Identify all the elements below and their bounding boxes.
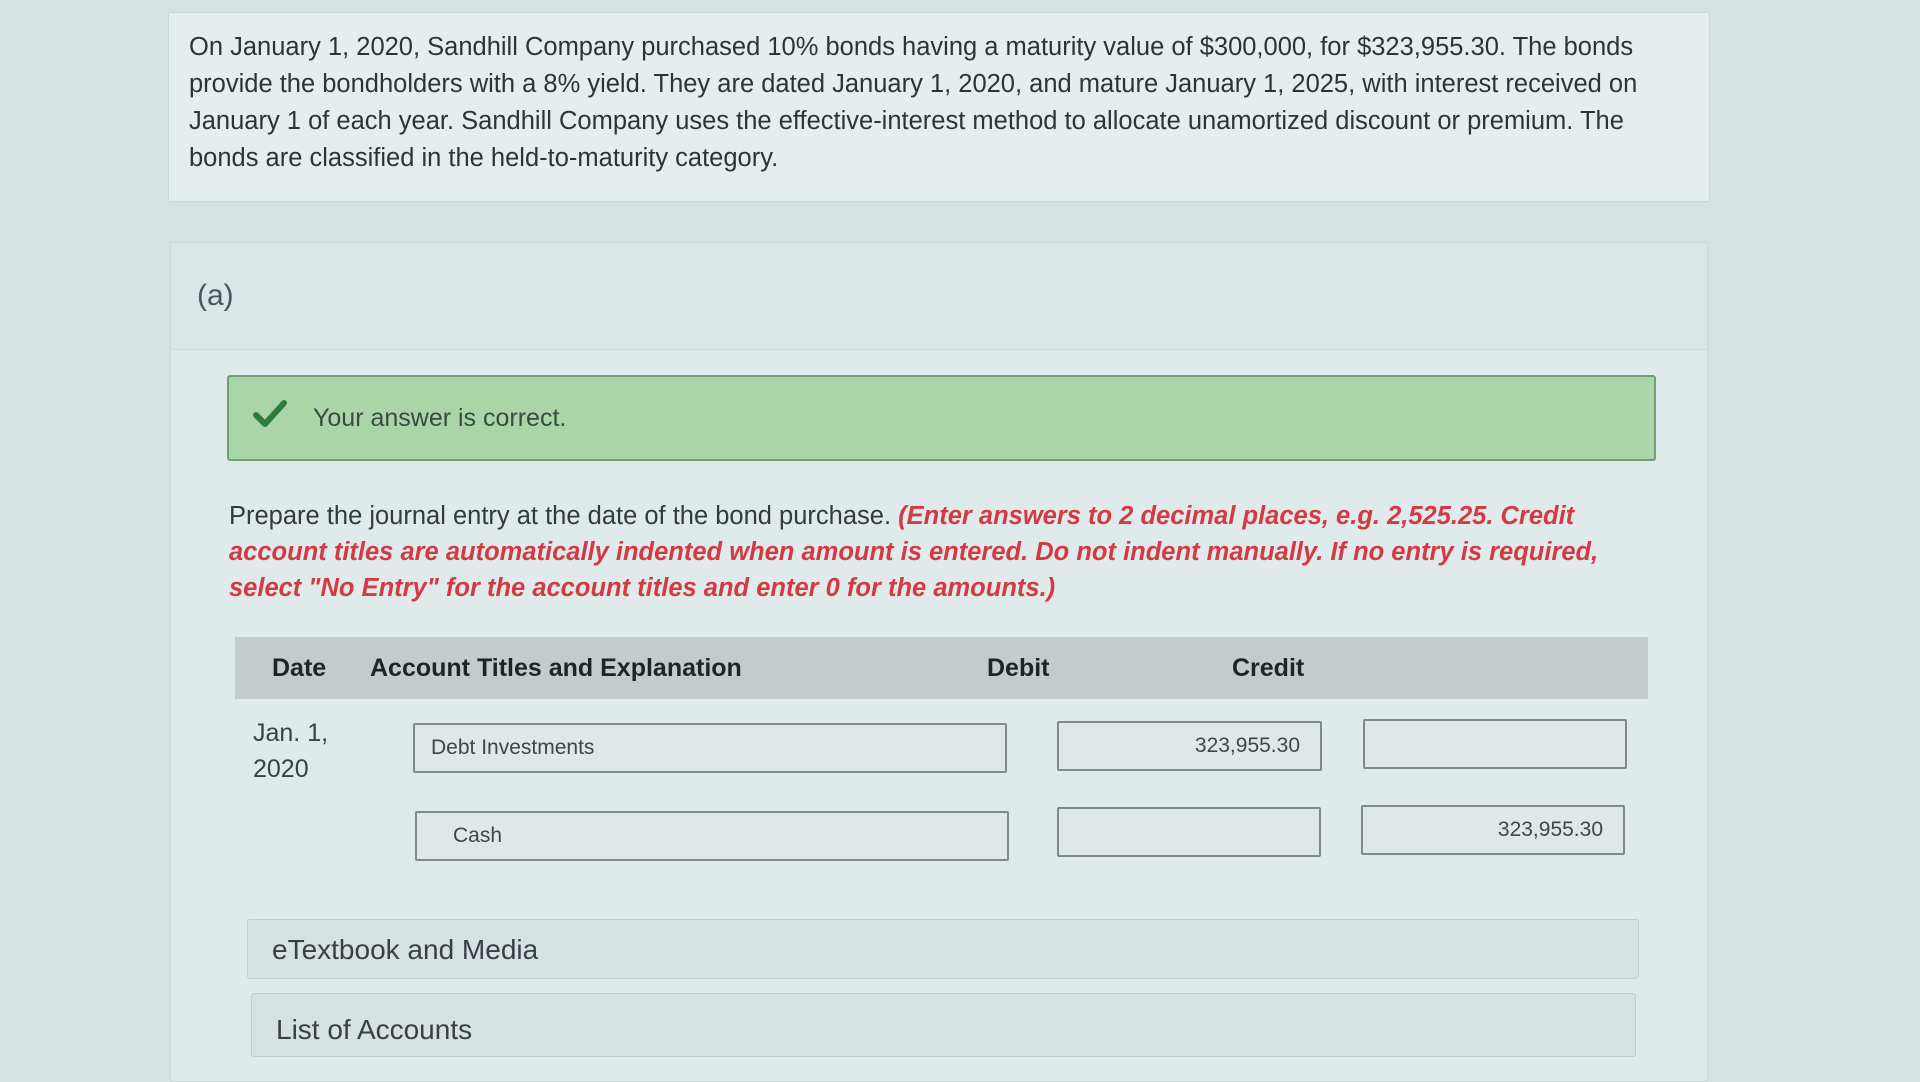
journal-table-header: Date Account Titles and Explanation Debi…: [235, 637, 1648, 699]
header-credit: Credit: [1232, 654, 1305, 682]
problem-statement: On January 1, 2020, Sandhill Company pur…: [168, 12, 1710, 202]
debit-value-row1: 323,955.30: [1194, 734, 1300, 757]
etextbook-label: eTextbook and Media: [272, 934, 539, 965]
entry-date-line2: 2020: [253, 755, 309, 783]
header-account: Account Titles and Explanation: [370, 654, 742, 682]
feedback-banner: Your answer is correct.: [227, 375, 1656, 461]
check-icon: [253, 400, 287, 427]
entry-date-line1: Jan. 1,: [253, 719, 329, 747]
entry-date: Jan. 1, 2020: [253, 715, 328, 787]
feedback-text: Your answer is correct.: [313, 404, 567, 432]
etextbook-media-link[interactable]: eTextbook and Media: [247, 919, 1639, 979]
accounts-label: List of Accounts: [276, 1014, 473, 1045]
question-part-a: (a) Your answer is correct. Prepare the …: [170, 242, 1708, 1082]
credit-value-row2: 323,955.30: [1497, 818, 1603, 841]
debit-field-row1[interactable]: 323,955.30: [1057, 721, 1322, 771]
debit-field-row2[interactable]: [1057, 807, 1321, 857]
instructions-text: Prepare the journal entry at the date of…: [229, 502, 899, 530]
credit-field-row1[interactable]: [1363, 719, 1627, 769]
header-debit: Debit: [987, 654, 1050, 682]
header-date: Date: [272, 654, 327, 682]
part-header: (a): [171, 243, 1707, 350]
instructions: Prepare the journal entry at the date of…: [229, 498, 1669, 606]
credit-field-row2[interactable]: 323,955.30: [1361, 805, 1625, 855]
account-value-row1: Debt Investments: [431, 736, 595, 759]
list-of-accounts-link[interactable]: List of Accounts: [251, 993, 1636, 1057]
account-field-row2[interactable]: Cash: [415, 811, 1009, 861]
part-label: (a): [197, 279, 234, 312]
problem-text: On January 1, 2020, Sandhill Company pur…: [189, 33, 1638, 172]
account-field-row1[interactable]: Debt Investments: [413, 723, 1007, 773]
account-value-row2: Cash: [453, 824, 503, 847]
